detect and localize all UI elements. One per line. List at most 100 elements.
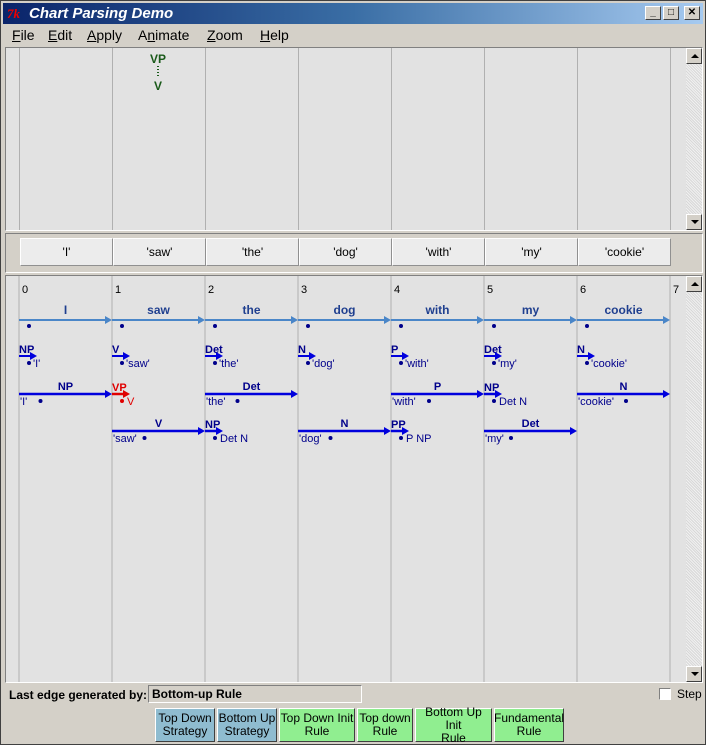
menu-zoom[interactable]: Zoom [207, 27, 243, 43]
dot-marker [235, 399, 240, 403]
dot-marker [120, 361, 124, 365]
minimize-icon: _ [650, 7, 656, 18]
position-label: 4 [394, 284, 400, 296]
complete-edge-rhs: 'saw' [113, 433, 137, 445]
predict-edge-rhs: 'my' [498, 358, 517, 370]
scroll-down-icon[interactable] [686, 214, 702, 230]
complete-edge-label: V [155, 418, 163, 430]
position-label: 5 [487, 284, 493, 296]
button-label: Bottom Up Strategy [219, 712, 276, 738]
dot-marker [328, 436, 333, 440]
word-cell[interactable]: 'with' [392, 238, 485, 266]
dot-marker [306, 324, 310, 328]
menu-apply[interactable]: Apply [87, 27, 122, 43]
position-label: 2 [208, 284, 214, 296]
complete-edge-arrowhead-icon [663, 390, 670, 398]
maximize-icon: □ [667, 7, 675, 18]
complete-edge-rhs: 'cookie' [578, 396, 614, 408]
leaf-edge-label: my [522, 303, 540, 317]
complete-edge-rhs: 'dog' [299, 433, 322, 445]
complete-edge-arrowhead-icon [570, 427, 577, 435]
scroll-down-icon[interactable] [686, 666, 702, 682]
last-edge-field: Bottom-up Rule [148, 685, 362, 703]
leaf-edge-label: with [425, 303, 450, 317]
chart-panel: 0 1 2 3 4 5 6 7 Isaw the dog with my cookie NP 'I' V'saw… [5, 275, 703, 683]
menu-file[interactable]: File [12, 27, 35, 43]
word-cell[interactable]: 'my' [485, 238, 578, 266]
position-label: 3 [301, 284, 307, 296]
menu-edit[interactable]: Edit [48, 27, 72, 43]
bottom-up-strategy-button[interactable]: Bottom Up Strategy [217, 708, 277, 742]
tree-scrollbar[interactable] [686, 48, 702, 230]
dot-marker [213, 361, 217, 365]
button-label-line: Rule [372, 724, 398, 738]
word-cell[interactable]: 'saw' [113, 238, 206, 266]
dot-marker [492, 399, 496, 403]
tk-app-icon: 7k [7, 6, 20, 21]
predict-edge-rhs: P NP [406, 433, 431, 445]
top-down-strategy-button[interactable]: Top Down Strategy [155, 708, 215, 742]
words-panel: 'I''saw''the''dog''with''my''cookie' [5, 233, 703, 273]
top-down-rule-button[interactable]: Top down Rule [357, 708, 413, 742]
fundamental-rule-button[interactable]: Fundamental Rule [494, 708, 564, 742]
chart-scrollbar[interactable] [686, 276, 702, 682]
button-label-line: Top down [359, 711, 411, 725]
button-label: Fundamental Rule [494, 712, 564, 738]
title-bar[interactable]: 7k Chart Parsing Demo _ □ ✕ [3, 3, 703, 24]
dot-marker [27, 361, 31, 365]
word-cell[interactable]: 'dog' [299, 238, 392, 266]
complete-edge-rhs: 'my' [485, 433, 504, 445]
button-label-line: Bottom Up Init [425, 704, 482, 732]
leaf-edge-arrowhead-icon [198, 316, 205, 324]
leaf-edge-arrowhead-icon [384, 316, 391, 324]
word-cell[interactable]: 'cookie' [578, 238, 671, 266]
top-down-init-rule-button[interactable]: Top Down Init Rule [279, 708, 355, 742]
predict-edge-label: Det [484, 344, 502, 356]
button-label-line: Top Down [158, 711, 212, 725]
predict-edge-rhs: 'with' [405, 358, 429, 370]
dot-marker [142, 436, 147, 440]
predict-edge-label: Det [205, 344, 223, 356]
button-label-line: Strategy [162, 724, 208, 738]
dot-marker [492, 324, 496, 328]
complete-edge-rhs: 'with' [392, 396, 416, 408]
position-label: 7 [673, 284, 679, 296]
step-checkbox[interactable] [659, 688, 671, 700]
tree-child-label: V [154, 79, 162, 93]
leaf-edge-arrowhead-icon [291, 316, 298, 324]
leaf-edge-arrowhead-icon [570, 316, 577, 324]
button-label-line: Rule [516, 724, 542, 738]
word-cell[interactable]: 'I' [20, 238, 113, 266]
predict-edge-rhs: Det N [499, 396, 527, 408]
menu-bar: File Edit Apply Animate Zoom Help [3, 25, 703, 45]
predict-edge-rhs: 'the' [219, 358, 239, 370]
main-window: 7k Chart Parsing Demo _ □ ✕ File Edit Ap… [0, 0, 706, 745]
dot-marker [306, 361, 310, 365]
chart-svg[interactable]: 0 1 2 3 4 5 6 7I saw the dog with my cookieNP'I'V'saw… [6, 276, 703, 683]
menu-help[interactable]: Help [260, 27, 289, 43]
predict-edge-label: V [112, 344, 120, 356]
predict-edge-label: P [391, 344, 398, 356]
word-cell[interactable]: 'the' [206, 238, 299, 266]
leaf-edge-label: the [243, 303, 261, 317]
maximize-button[interactable]: □ [663, 6, 679, 20]
menu-animate[interactable]: Animate [138, 27, 189, 43]
predict-edge-rhs: 'dog' [312, 358, 335, 370]
minimize-button[interactable]: _ [645, 6, 661, 20]
complete-edge-label: Det [243, 381, 261, 393]
bottom-up-init-rule-button[interactable]: Bottom Up Init Rule [415, 704, 492, 744]
dot-marker [509, 436, 513, 440]
predict-edge-rhs: 'saw' [126, 358, 150, 370]
dot-marker [120, 399, 124, 403]
complete-edge-label: P [434, 381, 441, 393]
scroll-up-icon[interactable] [686, 48, 702, 64]
tree-parent-label: VP [150, 52, 166, 66]
button-label-line: Fundamental [493, 711, 565, 725]
close-button[interactable]: ✕ [684, 6, 700, 20]
dot-marker [492, 361, 496, 365]
predict-edge-rhs: Det N [220, 433, 248, 445]
close-icon: ✕ [687, 7, 697, 18]
scroll-up-icon[interactable] [686, 276, 702, 292]
predict-edge-rhs: 'I' [33, 358, 40, 370]
predict-edge-rhs: 'cookie' [591, 358, 627, 370]
